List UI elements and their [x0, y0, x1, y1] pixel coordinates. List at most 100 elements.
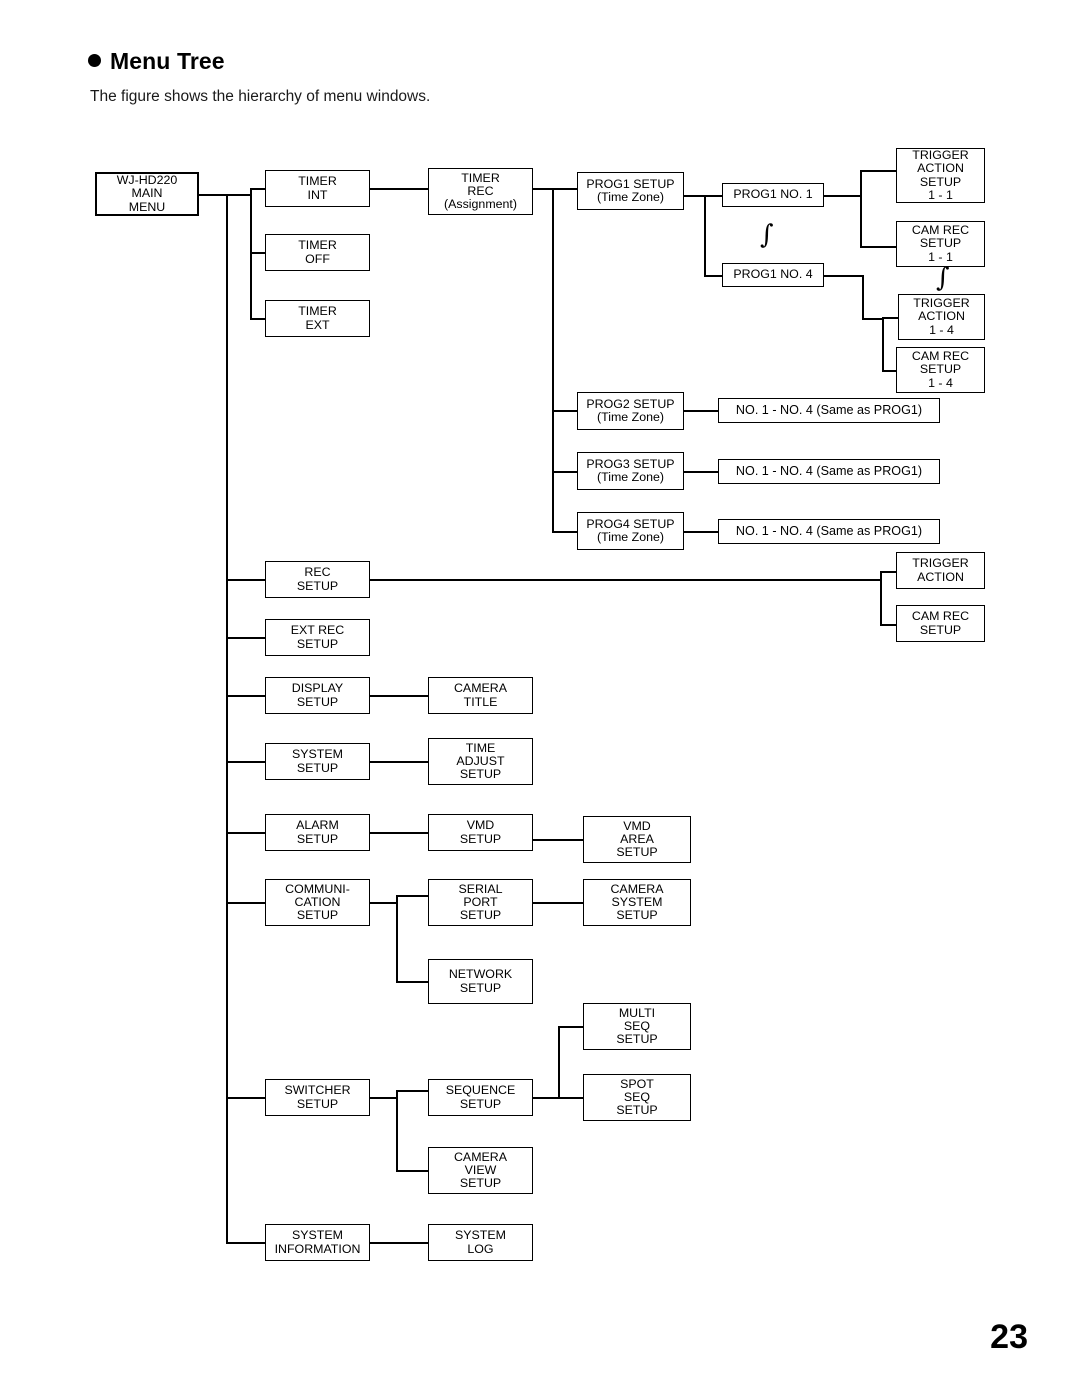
node-cam-rec-setup[interactable]: CAM REC SETUP — [896, 605, 985, 642]
connector — [199, 194, 251, 196]
connector-trunk-prog — [552, 188, 554, 532]
connector — [370, 832, 428, 834]
node-ext-rec-setup[interactable]: EXT REC SETUP — [265, 619, 370, 656]
connector — [882, 317, 884, 372]
node-prog2-setup[interactable]: PROG2 SETUP (Time Zone) — [577, 392, 684, 430]
node-line: SETUP — [459, 980, 502, 995]
node-line: INT — [307, 187, 328, 202]
connector — [862, 318, 884, 320]
connector — [882, 317, 898, 319]
node-switcher-setup[interactable]: SWITCHER SETUP — [265, 1079, 370, 1116]
node-line: LOG — [467, 1241, 494, 1256]
node-line: SETUP — [616, 845, 658, 860]
node-line: ACTION — [917, 161, 964, 176]
node-line: TIMER — [298, 304, 337, 319]
node-communication-setup[interactable]: COMMUNI- CATION SETUP — [265, 879, 370, 926]
node-line: (Time Zone) — [596, 190, 664, 204]
node-cam-rec-setup-1-1[interactable]: CAM REC SETUP 1 - 1 — [896, 221, 985, 267]
node-line: OFF — [305, 251, 330, 266]
connector — [552, 531, 577, 533]
connector — [370, 761, 428, 763]
connector — [860, 246, 896, 248]
node-sequence-setup[interactable]: SEQUENCE SETUP — [428, 1079, 533, 1116]
node-line: ACTION — [918, 309, 965, 324]
connector — [684, 471, 718, 473]
node-spot-seq-setup[interactable]: SPOT SEQ SETUP — [583, 1074, 691, 1121]
connector — [880, 571, 882, 626]
node-timer-off[interactable]: TIMER OFF — [265, 234, 370, 271]
connector — [704, 195, 706, 277]
connector — [880, 571, 896, 573]
node-camera-title[interactable]: CAMERA TITLE — [428, 677, 533, 714]
node-line: MENU — [128, 199, 166, 214]
node-display-setup[interactable]: DISPLAY SETUP — [265, 677, 370, 714]
node-rec-setup[interactable]: REC SETUP — [265, 561, 370, 598]
node-line: ACTION — [917, 569, 964, 584]
connector — [370, 1242, 428, 1244]
node-prog4-setup[interactable]: PROG4 SETUP (Time Zone) — [577, 512, 684, 550]
connector — [552, 410, 577, 412]
node-line: SWITCHER — [284, 1083, 351, 1098]
node-camera-system-setup[interactable]: CAMERA SYSTEM SETUP — [583, 879, 691, 926]
node-line: SETUP — [296, 636, 339, 651]
connector — [533, 839, 583, 841]
connector — [370, 1097, 398, 1099]
connector — [552, 471, 577, 473]
connector — [860, 170, 862, 248]
node-line: SETUP — [296, 831, 339, 846]
node-network-setup[interactable]: NETWORK SETUP — [428, 959, 533, 1004]
node-line: SPOT — [620, 1076, 654, 1091]
node-line: 1 - 4 — [928, 375, 953, 390]
connector — [824, 275, 864, 277]
node-line: SETUP — [459, 831, 502, 846]
node-line: SETUP — [296, 1096, 339, 1111]
page-subtitle: The figure shows the hierarchy of menu w… — [90, 88, 431, 105]
connector — [396, 895, 428, 897]
node-system-log[interactable]: SYSTEM LOG — [428, 1224, 533, 1261]
node-timer-ext[interactable]: TIMER EXT — [265, 300, 370, 337]
node-line: SEQUENCE — [445, 1083, 516, 1098]
connector — [370, 188, 428, 190]
node-line: SETUP — [459, 767, 502, 782]
node-trigger-action-setup-1-1[interactable]: TRIGGER ACTION SETUP 1 - 1 — [896, 148, 985, 203]
node-root[interactable]: WJ-HD220 MAIN MENU — [95, 172, 199, 216]
node-camera-view-setup[interactable]: CAMERA VIEW SETUP — [428, 1147, 533, 1194]
node-prog1-no1[interactable]: PROG1 NO. 1 — [722, 183, 824, 207]
node-trigger-action[interactable]: TRIGGER ACTION — [896, 552, 985, 589]
node-vmd-setup[interactable]: VMD SETUP — [428, 814, 533, 851]
node-line: CAM REC — [911, 609, 970, 624]
node-alarm-setup[interactable]: ALARM SETUP — [265, 814, 370, 851]
node-timer-int[interactable]: TIMER INT — [265, 170, 370, 207]
node-vmd-area-setup[interactable]: VMD AREA SETUP — [583, 816, 691, 863]
connector — [226, 1097, 266, 1099]
connector — [226, 637, 266, 639]
connector — [370, 902, 398, 904]
node-prog3-setup[interactable]: PROG3 SETUP (Time Zone) — [577, 452, 684, 490]
node-prog3-no-range[interactable]: NO. 1 - NO. 4 (Same as PROG1) — [718, 459, 940, 484]
continuation-mark-icon: ∫ — [936, 263, 950, 293]
node-prog1-setup[interactable]: PROG1 SETUP (Time Zone) — [577, 172, 684, 210]
connector — [396, 895, 398, 983]
node-line: (Assignment) — [444, 197, 517, 212]
node-system-information[interactable]: SYSTEM INFORMATION — [265, 1224, 370, 1261]
connector — [533, 188, 553, 190]
node-line: EXT REC — [290, 623, 345, 638]
node-multi-seq-setup[interactable]: MULTI SEQ SETUP — [583, 1003, 691, 1050]
node-timer-rec[interactable]: TIMER REC (Assignment) — [428, 168, 533, 215]
node-prog4-no-range[interactable]: NO. 1 - NO. 4 (Same as PROG1) — [718, 519, 940, 544]
node-line: TIMER — [298, 174, 337, 189]
node-time-adjust-setup[interactable]: TIME ADJUST SETUP — [428, 738, 533, 785]
node-line: PROG1 NO. 4 — [733, 267, 813, 282]
node-trigger-action-1-4[interactable]: TRIGGER ACTION 1 - 4 — [898, 294, 985, 340]
connector — [704, 195, 722, 197]
node-line: CAMERA — [610, 881, 664, 896]
node-prog1-no4[interactable]: PROG1 NO. 4 — [722, 263, 824, 287]
node-system-setup[interactable]: SYSTEM SETUP — [265, 743, 370, 780]
connector — [558, 1026, 584, 1028]
connector-trunk-main — [226, 194, 228, 1242]
node-line: DISPLAY — [291, 681, 344, 696]
node-serial-port-setup[interactable]: SERIAL PORT SETUP — [428, 879, 533, 926]
node-cam-rec-setup-1-4[interactable]: CAM REC SETUP 1 - 4 — [896, 347, 985, 393]
bullet-icon — [88, 54, 101, 67]
node-prog2-no-range[interactable]: NO. 1 - NO. 4 (Same as PROG1) — [718, 398, 940, 423]
